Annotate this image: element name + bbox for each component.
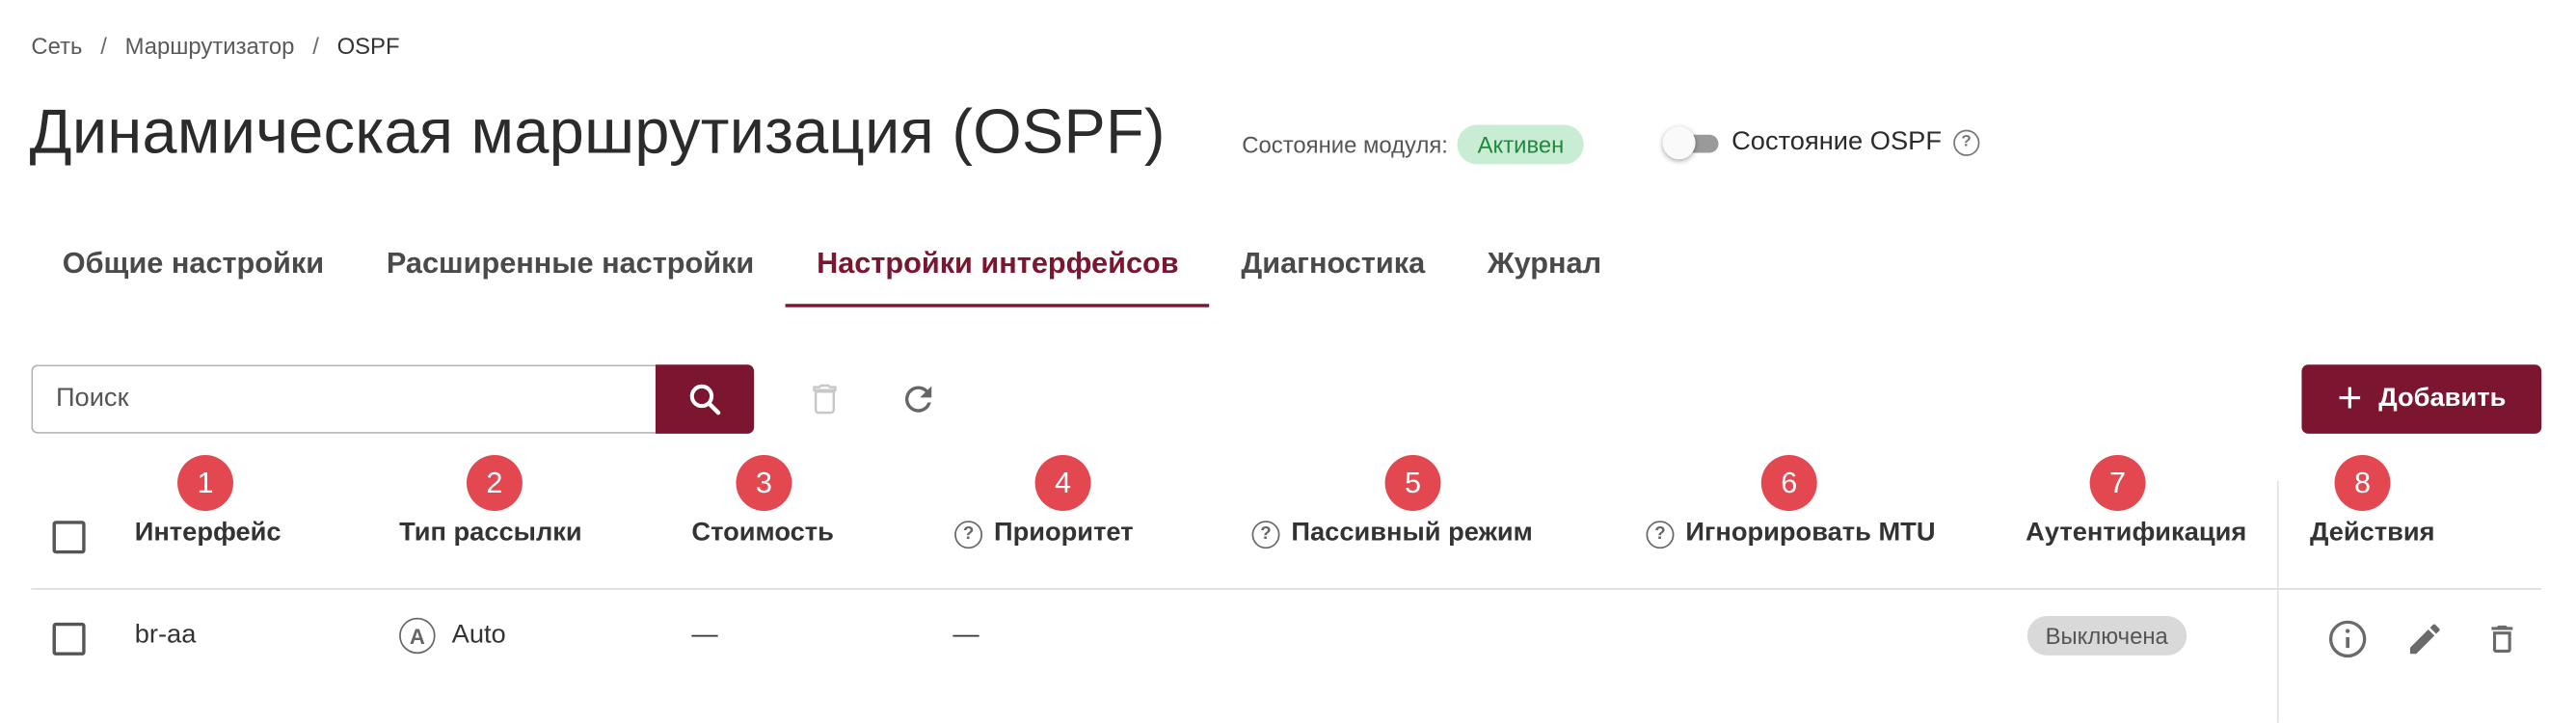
plus-icon: +: [2337, 371, 2363, 422]
breadcrumb: Сеть / Маршрутизатор / OSPF: [31, 33, 399, 59]
auth-status-badge: Выключена: [2026, 616, 2187, 656]
search-icon: [689, 384, 721, 415]
column-marker-3: 3: [736, 455, 792, 511]
module-state-badge: Активен: [1458, 124, 1584, 165]
column-header-label: Действия: [2309, 519, 2435, 548]
module-state-label: Состояние модуля:: [1242, 131, 1448, 158]
ospf-state: Состояние OSPF ?: [1662, 126, 1980, 160]
help-icon[interactable]: ?: [1251, 520, 1280, 549]
info-button[interactable]: [2326, 618, 2369, 660]
column-header-label: Аутентификация: [2026, 519, 2247, 548]
tab-general-settings[interactable]: Общие настройки: [31, 230, 355, 308]
breadcrumb-separator: /: [100, 33, 107, 60]
select-all-checkbox[interactable]: [52, 521, 86, 554]
edit-icon: [2409, 624, 2440, 655]
column-marker-5: 5: [1384, 455, 1441, 511]
help-icon[interactable]: ?: [954, 520, 983, 549]
help-icon[interactable]: ?: [1646, 520, 1675, 549]
column-header-label: Приоритет: [993, 519, 1134, 548]
column-marker-8: 8: [2334, 455, 2391, 511]
row-checkbox[interactable]: [52, 622, 86, 656]
tab-advanced-settings[interactable]: Расширенные настройки: [355, 230, 785, 308]
breadcrumb-separator: /: [312, 33, 319, 60]
search-input[interactable]: [31, 364, 656, 434]
search-bar: [31, 364, 755, 434]
column-header-cost[interactable]: Стоимость: [691, 519, 833, 549]
actions-column-divider: [2276, 481, 2279, 723]
column-header-label: Игнорировать MTU: [1685, 519, 1936, 548]
column-marker-6: 6: [1760, 455, 1817, 511]
info-icon: [2328, 620, 2367, 658]
cell-priority: —: [953, 621, 979, 650]
refresh-button[interactable]: [897, 378, 939, 420]
cell-broadcast-type: A Auto: [399, 617, 506, 655]
ospf-state-label: Состояние OSPF: [1731, 127, 1942, 156]
column-marker-4: 4: [1034, 455, 1091, 511]
toggle-thumb: [1662, 126, 1696, 160]
column-header-label: Интерфейс: [134, 519, 282, 548]
column-marker-1: 1: [177, 455, 233, 511]
cell-interface: br-aa: [134, 621, 197, 650]
trash-icon: [813, 384, 837, 415]
breadcrumb-router[interactable]: Маршрутизатор: [125, 33, 295, 59]
cell-broadcast-type-label: Auto: [451, 621, 506, 650]
tab-bar: Общие настройки Расширенные настройки На…: [31, 230, 1632, 308]
auto-mode-icon: A: [399, 617, 436, 655]
column-header-priority[interactable]: ? Приоритет: [954, 519, 1134, 549]
tab-interface-settings[interactable]: Настройки интерфейсов: [785, 230, 1211, 308]
column-header-label: Стоимость: [691, 519, 834, 548]
column-header-label: Пассивный режим: [1291, 519, 1533, 548]
column-marker-7: 7: [2089, 455, 2146, 511]
column-header-passive-mode[interactable]: ? Пассивный режим: [1251, 519, 1533, 549]
delete-selected-button[interactable]: [803, 378, 845, 420]
breadcrumb-network[interactable]: Сеть: [31, 33, 82, 59]
tab-log[interactable]: Журнал: [1457, 230, 1633, 308]
page-title: Динамическая маршрутизация (OSPF): [29, 98, 1166, 168]
help-icon[interactable]: ?: [1952, 129, 1980, 156]
column-header-label: Тип рассылки: [399, 519, 582, 548]
breadcrumb-ospf: OSPF: [336, 33, 400, 60]
edit-button[interactable]: [2403, 618, 2446, 660]
module-state: Состояние модуля: Активен: [1242, 124, 1584, 165]
add-button[interactable]: + Добавить: [2301, 364, 2542, 434]
column-header-interface[interactable]: Интерфейс: [135, 519, 282, 549]
trash-icon: [2491, 625, 2513, 653]
page: Сеть / Маршрутизатор / OSPF Динамическая…: [0, 0, 2576, 723]
column-header-authentication[interactable]: Аутентификация: [2026, 519, 2246, 549]
cell-cost: —: [691, 621, 718, 650]
tab-diagnostics[interactable]: Диагностика: [1210, 230, 1457, 308]
delete-row-button[interactable]: [2481, 618, 2523, 660]
search-button[interactable]: [655, 364, 755, 434]
ospf-state-toggle[interactable]: [1662, 126, 1719, 160]
header-divider: [31, 588, 2542, 590]
column-marker-2: 2: [466, 455, 523, 511]
column-header-broadcast-type[interactable]: Тип рассылки: [399, 519, 582, 549]
column-header-actions: Действия: [2310, 519, 2435, 549]
refresh-icon: [904, 386, 932, 413]
column-header-ignore-mtu[interactable]: ? Игнорировать MTU: [1646, 519, 1936, 549]
add-button-label: Добавить: [2378, 384, 2507, 413]
